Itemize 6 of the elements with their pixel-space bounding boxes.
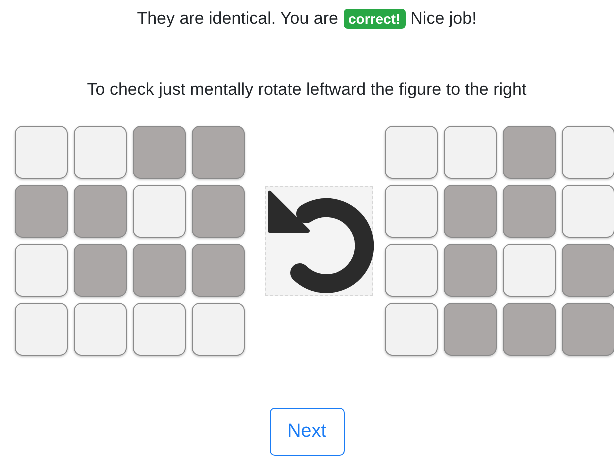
instruction-text: To check just mentally rotate leftward the figure to the right [86, 80, 528, 100]
correct-badge: correct! [344, 9, 406, 29]
rotate-left-icon [265, 186, 373, 296]
result-text: Nice job! [410, 9, 477, 29]
next-button[interactable]: Next [270, 408, 344, 456]
result-text: They are identical. You are [137, 9, 339, 29]
